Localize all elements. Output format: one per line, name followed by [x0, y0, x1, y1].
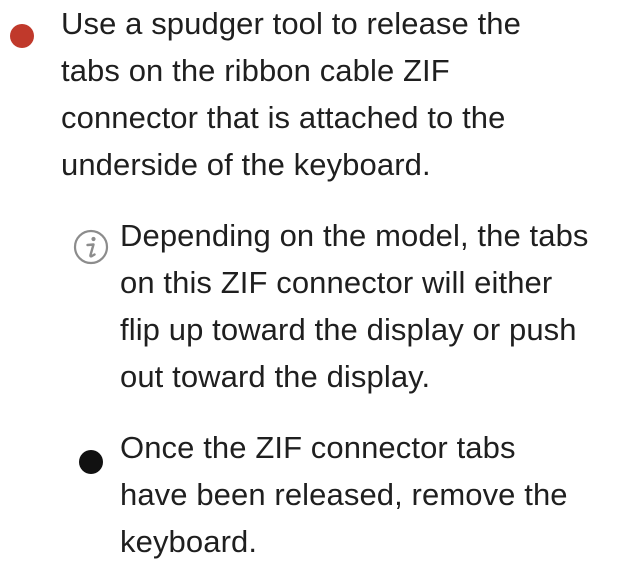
bullet-1-line-2: tabs on the ribbon cable ZIF [61, 53, 450, 88]
black-bullet-icon [79, 450, 103, 474]
bullet-3-line-3: keyboard. [120, 524, 258, 559]
red-bullet-icon [10, 24, 34, 48]
bullet-3-line-2: have been released, remove the [120, 477, 568, 512]
info-icon [73, 229, 109, 265]
step-bullet-list: Use a spudger tool to release the tabs o… [0, 0, 624, 560]
bullet-1-line-1: Use a spudger tool to release the [61, 6, 521, 41]
bullet-1-line-3: connector that is attached to the [61, 100, 506, 135]
bullet-3-text: Once the ZIF connector tabs have been re… [120, 424, 620, 565]
bullet-2-line-4: out toward the display. [120, 359, 431, 394]
bullet-1-text: Use a spudger tool to release the tabs o… [61, 0, 621, 188]
bullet-2-line-2: on this ZIF connector will either [120, 265, 553, 300]
bullet-2-line-3: flip up toward the display or push [120, 312, 577, 347]
bullet-3-line-1: Once the ZIF connector tabs [120, 430, 516, 465]
bullet-2-text: Depending on the model, the tabs on this… [120, 212, 620, 400]
bullet-1-line-4: underside of the keyboard. [61, 147, 431, 182]
bullet-2-line-1: Depending on the model, the tabs [120, 218, 589, 253]
